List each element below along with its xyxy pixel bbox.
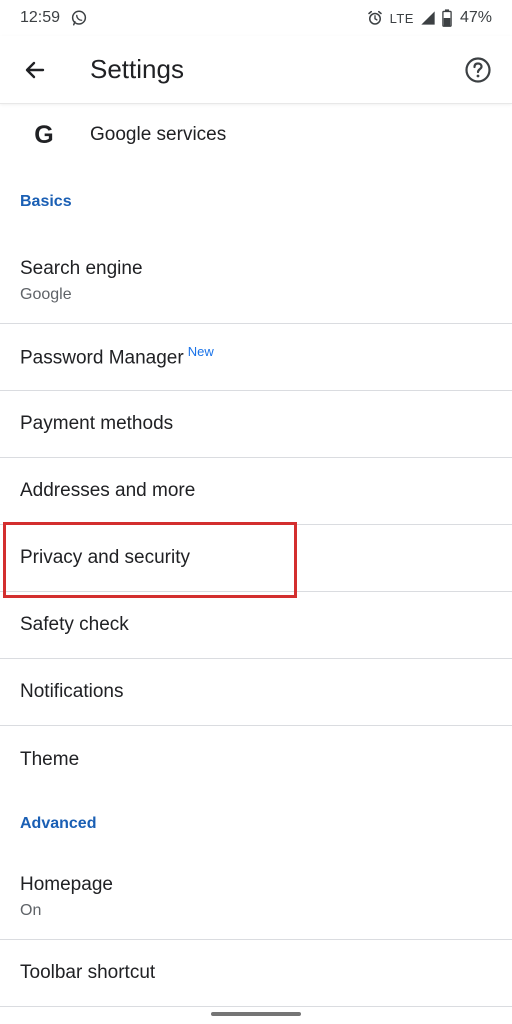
settings-item-privacy-security[interactable]: Privacy and security bbox=[0, 525, 512, 592]
settings-item-notifications[interactable]: Notifications bbox=[0, 659, 512, 726]
settings-item-label: Addresses and more bbox=[20, 480, 196, 501]
settings-item-value: On bbox=[20, 901, 42, 919]
google-services-label: Google services bbox=[90, 124, 227, 145]
status-time: 12:59 bbox=[20, 9, 61, 26]
new-badge: New bbox=[187, 344, 214, 360]
back-arrow-icon bbox=[25, 61, 45, 78]
settings-item-label: Password Manager bbox=[20, 347, 184, 369]
settings-item-value: Google bbox=[20, 285, 72, 303]
status-bar: 12:59 LTE 47% bbox=[0, 0, 512, 36]
settings-list: G Google services Basics Search engine G… bbox=[0, 104, 512, 1007]
settings-item-label: Search engine bbox=[20, 257, 143, 279]
settings-item-safety-check[interactable]: Safety check bbox=[0, 592, 512, 659]
settings-item-homepage[interactable]: Homepage On bbox=[0, 854, 512, 940]
whatsapp-icon bbox=[70, 9, 88, 27]
signal-icon bbox=[420, 10, 436, 26]
settings-item-label: Theme bbox=[20, 748, 80, 770]
settings-item-label: Payment methods bbox=[20, 413, 174, 434]
app-bar: Settings bbox=[0, 36, 512, 104]
settings-item-search-engine[interactable]: Search engine Google bbox=[0, 238, 512, 324]
battery-icon bbox=[442, 9, 452, 27]
google-services-item[interactable]: G Google services bbox=[0, 104, 512, 166]
settings-screen: 12:59 LTE 47% Settings G Google services… bbox=[0, 0, 512, 1024]
settings-item-payment-methods[interactable]: Payment methods bbox=[0, 391, 512, 458]
back-button[interactable] bbox=[13, 48, 57, 92]
settings-item-toolbar-shortcut[interactable]: Toolbar shortcut bbox=[0, 940, 512, 1007]
settings-item-label: Homepage bbox=[20, 873, 113, 895]
section-header-advanced: Advanced bbox=[20, 814, 97, 832]
settings-item-label: Safety check bbox=[20, 614, 129, 635]
gesture-nav-handle[interactable] bbox=[211, 1012, 301, 1016]
page-title: Settings bbox=[90, 54, 184, 84]
settings-item-theme[interactable]: Theme bbox=[0, 726, 512, 793]
google-logo-icon: G bbox=[34, 120, 54, 149]
settings-item-addresses[interactable]: Addresses and more bbox=[0, 458, 512, 525]
help-button[interactable] bbox=[458, 50, 498, 90]
settings-item-password-manager[interactable]: Password Manager New bbox=[0, 324, 512, 391]
alarm-icon bbox=[366, 9, 384, 27]
section-header-basics: Basics bbox=[20, 193, 72, 210]
settings-item-label: Privacy and security bbox=[20, 547, 191, 568]
settings-item-label: Toolbar shortcut bbox=[20, 962, 156, 983]
settings-item-label: Notifications bbox=[20, 681, 124, 702]
help-icon bbox=[465, 56, 491, 83]
network-type: LTE bbox=[389, 10, 414, 26]
battery-percent: 47% bbox=[459, 9, 492, 26]
